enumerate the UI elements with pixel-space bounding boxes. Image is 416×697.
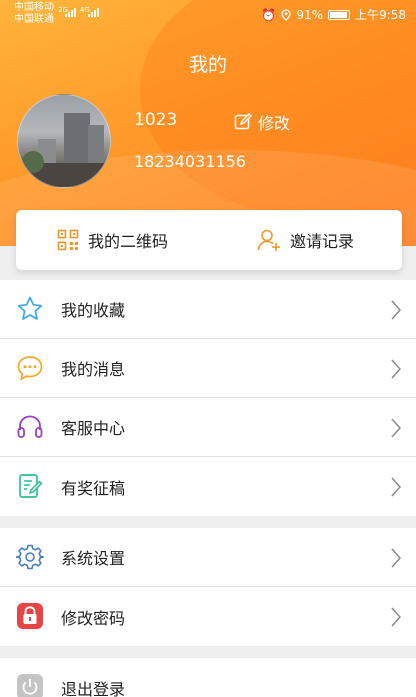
- qr-code-icon: [57, 229, 79, 251]
- menu-item-label: 有奖征稿: [61, 478, 126, 498]
- invite-records-button[interactable]: 邀请记录: [209, 210, 402, 270]
- menu-item-label: 我的收藏: [61, 301, 126, 320]
- chevron-right-icon: [391, 359, 402, 379]
- menu-item-label: 修改密码: [61, 608, 126, 628]
- lock-icon: [17, 603, 43, 629]
- qr-code-button[interactable]: 我的二维码: [16, 210, 209, 270]
- invite-records-label: 邀请记录: [289, 232, 354, 251]
- page-title: 我的: [188, 54, 227, 76]
- headset-icon: [17, 415, 43, 438]
- menu-item-label: 退出登录: [61, 679, 126, 697]
- star-icon: [17, 296, 43, 320]
- power-icon: [17, 674, 43, 697]
- carrier-1: 中国移动: [14, 2, 54, 13]
- menu-group-logout: 退出登录: [0, 658, 416, 697]
- user-add-icon: [257, 229, 280, 251]
- chevron-right-icon: [391, 418, 402, 438]
- message-icon: [17, 356, 43, 381]
- username: 1023: [134, 110, 178, 130]
- edit-document-icon: [19, 474, 43, 498]
- menu-item-label: 我的消息: [61, 360, 126, 379]
- chevron-right-icon: [391, 548, 402, 568]
- battery-icon: [328, 9, 351, 20]
- signal-icon: [65, 8, 76, 17]
- edit-icon: [234, 113, 252, 130]
- status-bar: 中国移动 中国联通 2G 4G ⏰ 91% 上午9:58: [0, 0, 416, 28]
- menu-item-customer-service[interactable]: 客服中心: [0, 398, 416, 457]
- phone-number: 18234031156: [134, 152, 246, 171]
- carrier-info: 中国移动 中国联通: [14, 2, 54, 26]
- menu-item-system-settings[interactable]: 系统设置: [0, 528, 416, 587]
- menu-item-logout[interactable]: 退出登录: [0, 658, 416, 697]
- chevron-right-icon: [391, 607, 402, 627]
- carrier-2: 中国联通: [14, 14, 54, 25]
- menu-item-favorites[interactable]: 我的收藏: [0, 280, 416, 339]
- signal-icon: [88, 8, 99, 17]
- location-icon: [281, 8, 292, 21]
- menu-item-change-password[interactable]: 修改密码: [0, 587, 416, 646]
- clock: 上午9:58: [355, 8, 406, 22]
- quick-actions-card: 我的二维码 邀请记录: [16, 210, 402, 270]
- menu-item-label: 客服中心: [61, 419, 126, 438]
- menu-item-contribution[interactable]: 有奖征稿: [0, 457, 416, 516]
- avatar[interactable]: [17, 94, 111, 188]
- menu-item-messages[interactable]: 我的消息: [0, 339, 416, 398]
- menu-group-main: 我的收藏 我的消息 客服中心 有奖征稿: [0, 280, 416, 516]
- chevron-right-icon: [391, 477, 402, 497]
- battery-percent: 91%: [296, 7, 324, 22]
- menu-group-settings: 系统设置 修改密码: [0, 528, 416, 646]
- edit-profile-button[interactable]: 修改: [234, 110, 290, 134]
- menu-item-label: 系统设置: [61, 549, 126, 568]
- alarm-icon: ⏰: [261, 7, 277, 22]
- qr-code-label: 我的二维码: [87, 232, 168, 251]
- edit-label: 修改: [258, 114, 291, 133]
- chevron-right-icon: [391, 300, 402, 320]
- gear-icon: [16, 544, 44, 570]
